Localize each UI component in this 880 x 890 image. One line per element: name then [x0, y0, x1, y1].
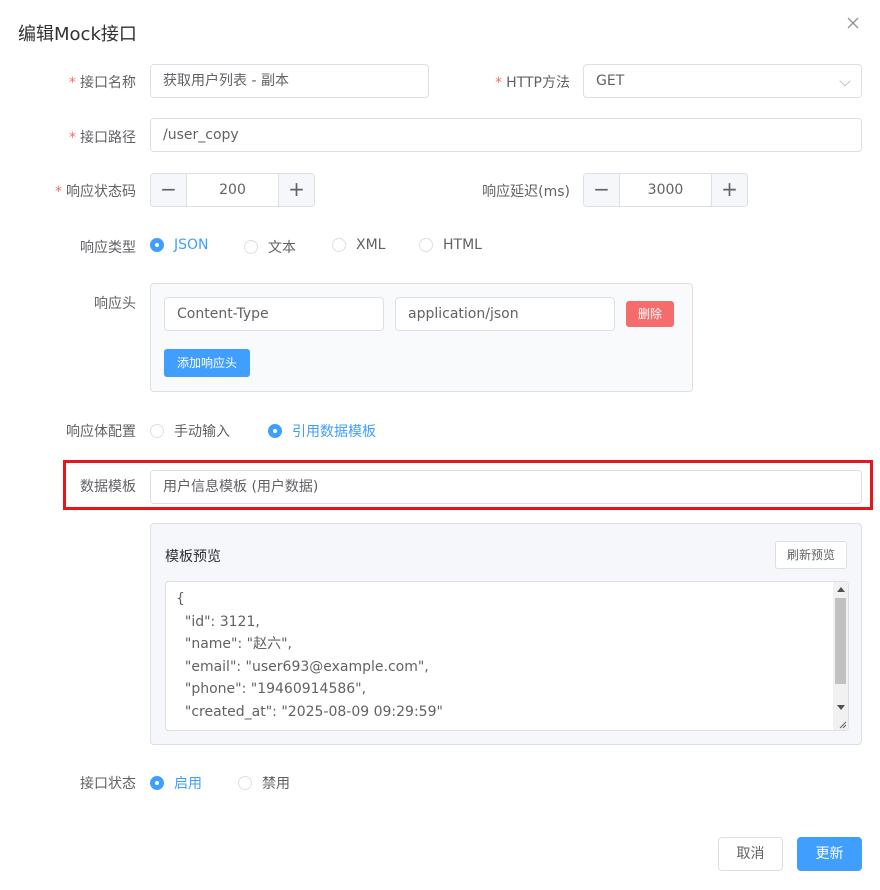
- method-label: * HTTP方法: [495, 75, 570, 91]
- headers-label: 响应头: [94, 296, 136, 312]
- radio-dot: [419, 238, 433, 252]
- method-value: GET: [596, 73, 625, 89]
- delay-stepper: − 3000 +: [583, 173, 748, 207]
- delay-label: 响应延迟(ms): [482, 184, 570, 200]
- radio-dot: [150, 424, 164, 438]
- preview-code-textarea[interactable]: { "id": 3121, "name": "赵六", "email": "us…: [165, 581, 849, 731]
- required-mark: *: [55, 184, 62, 200]
- template-label: 数据模板: [80, 479, 136, 495]
- preview-code: { "id": 3121, "name": "赵六", "email": "us…: [176, 591, 443, 720]
- radio-data-template[interactable]: 引用数据模板: [268, 421, 376, 441]
- required-mark: *: [495, 75, 503, 91]
- edit-mock-dialog: 编辑Mock接口 * 接口名称 获取用户列表 - 副本 * HTTP方法 GET *…: [0, 0, 880, 890]
- status-code-stepper: − 200 +: [150, 173, 315, 207]
- radio-dot: [238, 776, 252, 790]
- resize-handle-icon[interactable]: [837, 719, 847, 729]
- radio-dot: [244, 240, 258, 254]
- chevron-down-icon: [839, 75, 851, 87]
- template-select[interactable]: 用户信息模板 (用户数据): [150, 470, 862, 504]
- required-mark: *: [69, 130, 76, 146]
- body-config-label: 响应体配置: [66, 424, 136, 440]
- required-mark: *: [69, 75, 76, 91]
- scroll-thumb[interactable]: [835, 598, 846, 684]
- response-type-label: 响应类型: [80, 240, 136, 256]
- status-code-label: * 响应状态码: [55, 184, 136, 200]
- radio-disabled[interactable]: 禁用: [238, 773, 290, 793]
- scroll-down-icon[interactable]: [837, 705, 845, 710]
- radio-json[interactable]: JSON: [150, 237, 209, 253]
- headers-box: Content-Type application/json 删除 添加响应头: [150, 283, 693, 392]
- increment-button[interactable]: +: [711, 174, 747, 206]
- decrement-button[interactable]: −: [584, 174, 620, 206]
- radio-manual-input[interactable]: 手动输入: [150, 421, 230, 441]
- radio-dot: [332, 238, 346, 252]
- radio-enabled[interactable]: 启用: [150, 773, 202, 793]
- preview-title: 模板预览: [165, 549, 221, 565]
- update-button[interactable]: 更新: [797, 837, 862, 871]
- name-label: * 接口名称: [69, 75, 136, 91]
- header-value-input[interactable]: application/json: [395, 297, 615, 331]
- scroll-up-icon[interactable]: [837, 587, 845, 592]
- close-icon[interactable]: [846, 16, 860, 30]
- dialog-title: 编辑Mock接口: [18, 24, 137, 45]
- header-key-input[interactable]: Content-Type: [164, 297, 384, 331]
- path-input[interactable]: /user_copy: [150, 118, 862, 152]
- radio-text[interactable]: 文本: [244, 237, 296, 257]
- scrollbar[interactable]: [833, 582, 848, 730]
- method-select[interactable]: GET: [583, 64, 862, 98]
- increment-button[interactable]: +: [278, 174, 314, 206]
- radio-dot: [150, 776, 164, 790]
- decrement-button[interactable]: −: [151, 174, 187, 206]
- add-header-button[interactable]: 添加响应头: [164, 349, 251, 377]
- name-input[interactable]: 获取用户列表 - 副本: [150, 64, 429, 98]
- template-preview-panel: 模板预览 刷新预览 { "id": 3121, "name": "赵六", "e…: [150, 523, 862, 745]
- delay-input[interactable]: 3000: [620, 174, 711, 206]
- radio-xml[interactable]: XML: [332, 237, 385, 253]
- delete-header-button[interactable]: 删除: [626, 301, 675, 327]
- path-label: * 接口路径: [69, 130, 136, 146]
- radio-html[interactable]: HTML: [419, 237, 482, 253]
- refresh-preview-button[interactable]: 刷新预览: [774, 541, 847, 569]
- status-label: 接口状态: [80, 776, 136, 792]
- cancel-button[interactable]: 取消: [718, 837, 783, 871]
- status-code-input[interactable]: 200: [187, 174, 278, 206]
- radio-dot: [268, 424, 282, 438]
- radio-dot: [150, 238, 164, 252]
